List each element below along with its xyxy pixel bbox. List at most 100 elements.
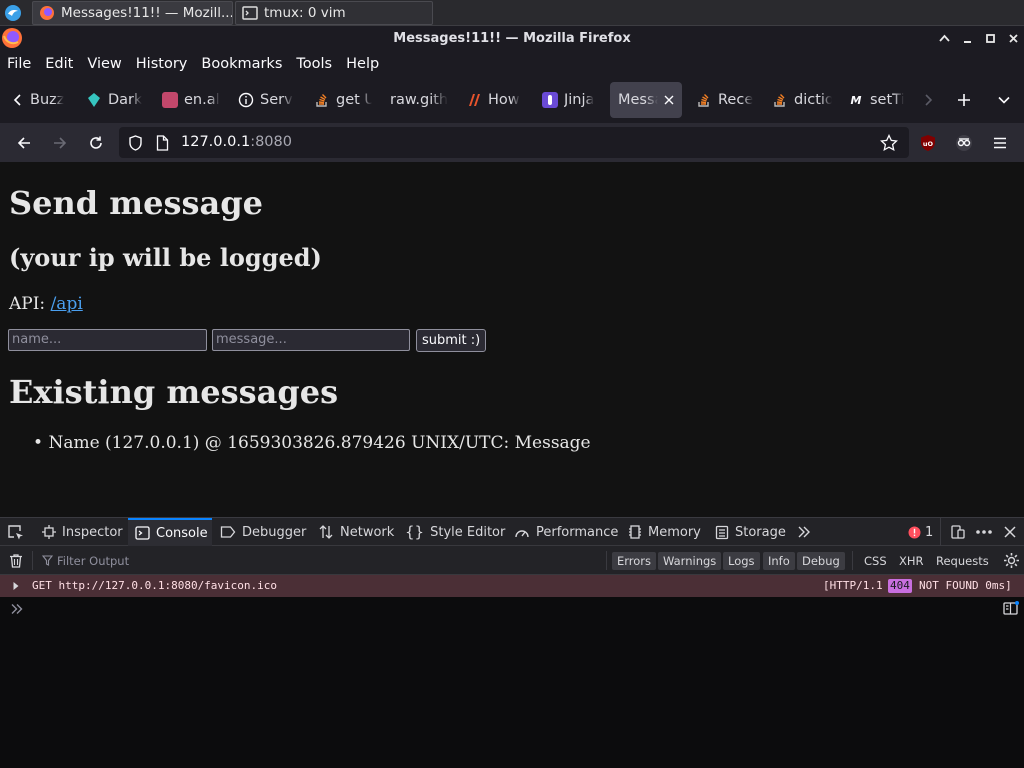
console-error-row[interactable]: GET http://127.0.0.1:8080/favicon.ico [H… xyxy=(0,575,1024,597)
tab-dictio[interactable]: dictio xyxy=(772,82,832,118)
navigation-toolbar: 127.0.0.1:8080 uO xyxy=(0,123,1024,162)
filter-logs-button[interactable]: Logs xyxy=(723,552,760,570)
devtools-tab-storage[interactable]: Storage xyxy=(715,518,786,546)
filter-errors-button[interactable]: Errors xyxy=(612,552,657,570)
console-filter-bar: Filter Output Errors Warnings Logs Info … xyxy=(0,546,1024,575)
tab-rece[interactable]: Rece xyxy=(696,82,756,118)
tab-strip: Buzz Dark en.al Serv get U raw.gith How … xyxy=(0,77,1024,123)
reload-button[interactable] xyxy=(82,129,110,157)
error-count-badge[interactable]: 1 xyxy=(908,518,933,546)
status-text: NOT FOUND 0ms] xyxy=(919,579,1012,592)
taskbar-task-firefox[interactable]: Messages!11!! — Mozill... xyxy=(32,1,233,25)
devtools-tab-style-editor[interactable]: {} Style Editor xyxy=(405,518,505,546)
devtools-close-button[interactable] xyxy=(1004,518,1016,546)
devtools-tab-performance[interactable]: Performance xyxy=(514,518,618,546)
window-minimize-button[interactable] xyxy=(959,30,976,47)
window-maximize-button[interactable] xyxy=(982,30,999,47)
console-icon xyxy=(135,526,150,540)
app-launcher-icon[interactable] xyxy=(4,4,22,22)
memory-icon xyxy=(628,524,642,540)
devtools-tab-memory[interactable]: Memory xyxy=(628,518,701,546)
ublock-icon[interactable]: uO xyxy=(914,129,942,157)
page-heading: Send message xyxy=(9,184,263,222)
request-url[interactable]: GET http://127.0.0.1:8080/favicon.ico xyxy=(32,575,277,597)
tab-dark[interactable]: Dark xyxy=(86,82,146,118)
tab-en-al[interactable]: en.al xyxy=(162,82,222,118)
filter-css-button[interactable]: CSS xyxy=(859,552,892,570)
element-picker-icon[interactable] xyxy=(7,524,24,541)
devtools-tab-network[interactable]: Network xyxy=(318,518,394,546)
editor-mode-icon[interactable] xyxy=(1003,601,1019,615)
trash-icon[interactable] xyxy=(9,553,23,569)
menu-view[interactable]: View xyxy=(87,56,121,72)
devtools-tab-console[interactable]: Console xyxy=(128,518,212,546)
console-input[interactable] xyxy=(30,599,990,619)
url-bar[interactable]: 127.0.0.1:8080 xyxy=(119,127,909,158)
devtools-tab-inspector[interactable]: Inspector xyxy=(42,518,123,546)
name-input[interactable]: name... xyxy=(8,329,207,351)
devtools-options-button[interactable] xyxy=(976,518,992,546)
devtools-tab-label: Network xyxy=(340,524,395,540)
terminal-icon xyxy=(242,5,258,21)
shield-icon[interactable] xyxy=(128,135,143,151)
filter-xhr-button[interactable]: XHR xyxy=(894,552,929,570)
bookmark-star-icon[interactable] xyxy=(880,134,898,152)
filter-requests-button[interactable]: Requests xyxy=(931,552,994,570)
extension-icon[interactable] xyxy=(950,129,978,157)
filter-info-button[interactable]: Info xyxy=(763,552,795,570)
scroll-tabs-left-button[interactable] xyxy=(4,86,32,114)
tab-get-u[interactable]: get U xyxy=(314,82,372,118)
menu-file[interactable]: File xyxy=(7,56,31,72)
filter-placeholder: Filter Output xyxy=(57,553,130,568)
close-tab-icon[interactable] xyxy=(664,95,674,105)
devtools-tab-label: Debugger xyxy=(242,524,307,540)
menu-history[interactable]: History xyxy=(136,56,188,72)
tab-jinja[interactable]: Jinja xyxy=(542,82,602,118)
devtools-tab-debugger[interactable]: Debugger xyxy=(220,518,306,546)
tab-serv[interactable]: Serv xyxy=(238,82,298,118)
page-icon[interactable] xyxy=(156,135,169,151)
window-title: Messages!11!! — Mozilla Firefox xyxy=(393,31,631,46)
filter-output-input[interactable]: Filter Output xyxy=(42,546,129,575)
close-icon xyxy=(1004,526,1016,538)
window-close-button[interactable] xyxy=(1005,30,1022,47)
list-all-tabs-button[interactable] xyxy=(990,86,1018,114)
filter-debug-button[interactable]: Debug xyxy=(797,552,845,570)
filter-warnings-button[interactable]: Warnings xyxy=(658,552,722,570)
scroll-tabs-right-button[interactable] xyxy=(914,86,942,114)
devtools-tab-label: Performance xyxy=(536,524,619,540)
url-text: 127.0.0.1:8080 xyxy=(181,127,292,158)
new-tab-button[interactable] xyxy=(950,86,978,114)
taskbar-task-label: tmux: 0 vim xyxy=(264,5,346,21)
menu-bookmarks[interactable]: Bookmarks xyxy=(201,56,282,72)
tab-label: Messa xyxy=(618,92,658,108)
tab-label: dictio xyxy=(794,92,832,108)
forward-button[interactable] xyxy=(46,129,74,157)
message-list: • Name (127.0.0.1) @ 1659303826.879426 U… xyxy=(33,432,591,454)
tab-messages[interactable]: Messa xyxy=(610,82,682,118)
tab-label: Dark xyxy=(108,92,143,108)
storage-icon xyxy=(715,525,729,540)
expand-arrow-icon[interactable] xyxy=(12,581,20,591)
console-settings-gear-icon[interactable] xyxy=(1003,552,1020,569)
tab-settimeout[interactable]: M setTi xyxy=(848,82,904,118)
window-shade-button[interactable] xyxy=(936,30,953,47)
tab-how[interactable]: How xyxy=(466,82,526,118)
funnel-icon xyxy=(42,555,53,566)
menu-help[interactable]: Help xyxy=(346,56,379,72)
menu-tools[interactable]: Tools xyxy=(296,56,332,72)
api-link[interactable]: /api xyxy=(51,294,83,314)
tab-buzz[interactable]: Buzz xyxy=(30,82,70,118)
devtools-tab-label: Style Editor xyxy=(430,524,506,540)
menu-edit[interactable]: Edit xyxy=(45,56,73,72)
hamburger-menu-icon[interactable] xyxy=(986,129,1014,157)
tab-label: get U xyxy=(336,92,372,108)
back-button[interactable] xyxy=(10,129,38,157)
tab-raw-github[interactable]: raw.gith xyxy=(390,82,450,118)
taskbar-task-terminal[interactable]: tmux: 0 vim xyxy=(235,1,433,25)
responsive-design-mode-button[interactable] xyxy=(950,518,966,546)
message-input[interactable]: message... xyxy=(212,329,410,351)
how-icon xyxy=(466,92,482,108)
devtools-more-tabs-button[interactable] xyxy=(796,518,812,546)
submit-button[interactable]: submit :) xyxy=(416,329,487,352)
